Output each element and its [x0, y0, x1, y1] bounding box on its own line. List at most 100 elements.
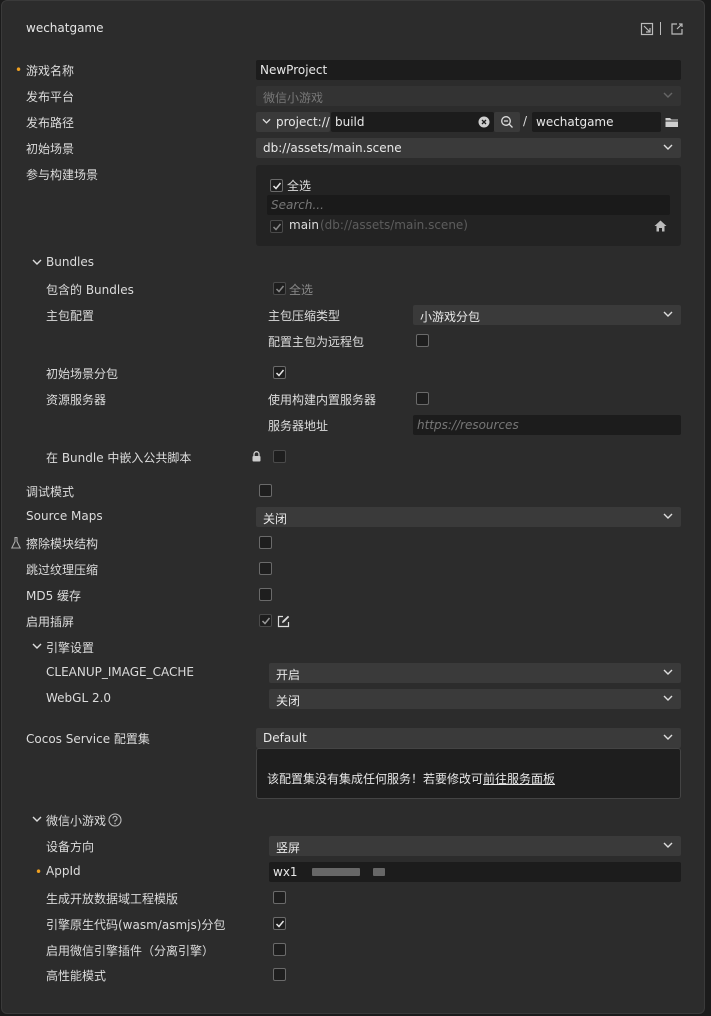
row-build-path: 发布路径 project:// build / wechatgame [2, 112, 704, 132]
erase-modules-label: 擦除模块结构 [26, 537, 99, 551]
chevron-down-icon [663, 669, 673, 675]
scene-main-path: (db://assets/main.scene) [320, 218, 468, 232]
scene-main-checkbox[interactable] [270, 220, 283, 233]
row-included-bundles: 包含的 Bundles 全选 [2, 279, 704, 299]
service-panel-link[interactable]: 前往服务面板 [483, 772, 555, 786]
high-perf-checkbox[interactable] [273, 968, 286, 981]
row-engine-section[interactable]: 引擎设置 [2, 637, 704, 657]
platform-select[interactable]: 微信小游戏 [256, 86, 681, 106]
embed-scripts-checkbox [273, 450, 286, 463]
skip-texture-checkbox[interactable] [259, 562, 272, 575]
row-webgl2: WebGL 2.0 关闭 [2, 689, 704, 709]
open-data-label: 生成开放数据域工程模版 [46, 892, 179, 906]
row-cocos-service: Cocos Service 配置集 Default [2, 728, 704, 748]
row-remote-main: 配置主包为远程包 [2, 331, 704, 351]
webgl2-select[interactable]: 关闭 [269, 689, 681, 709]
cleanup-cache-select[interactable]: 开启 [269, 663, 681, 683]
required-marker: • [15, 63, 23, 77]
webgl2-label: WebGL 2.0 [46, 691, 112, 705]
native-code-checkbox[interactable] [273, 917, 286, 930]
open-external-icon[interactable] [670, 22, 684, 36]
remote-main-checkbox[interactable] [416, 334, 429, 347]
row-main-package: 主包配置 主包压缩类型 小游戏分包 [2, 305, 704, 325]
service-message-text: 该配置集没有集成任何服务！若要修改可 [267, 772, 484, 786]
start-scene-select[interactable]: db://assets/main.scene [256, 138, 681, 158]
path-target-input[interactable]: wechatgame [532, 112, 661, 132]
row-source-maps: Source Maps 关闭 [2, 507, 704, 527]
check-icon [275, 285, 285, 293]
cocos-service-select[interactable]: Default [256, 728, 681, 748]
bundles-select-all-label: 全选 [289, 283, 314, 297]
row-bundles-section[interactable]: Bundles [2, 253, 704, 273]
platform-label: 发布平台 [26, 90, 75, 104]
clear-icon[interactable] [478, 116, 490, 128]
check-icon [261, 617, 271, 625]
folder-icon[interactable] [665, 117, 679, 128]
chevron-down-icon [32, 816, 42, 822]
chevron-down-icon [663, 144, 673, 150]
high-perf-label: 高性能模式 [46, 969, 107, 983]
panel-title: wechatgame [26, 21, 104, 35]
orientation-select[interactable]: 竖屏 [269, 836, 681, 856]
bundles-section-label: Bundles [46, 255, 95, 269]
debug-checkbox[interactable] [259, 484, 272, 497]
row-cleanup-cache: CLEANUP_IMAGE_CACHE 开启 [2, 663, 704, 683]
build-path-label: 发布路径 [26, 116, 75, 130]
row-embed-scripts: 在 Bundle 中嵌入公共脚本 [2, 447, 704, 467]
md5-checkbox[interactable] [259, 588, 272, 601]
erase-modules-checkbox[interactable] [259, 536, 272, 549]
chevron-down-icon [262, 118, 271, 124]
engine-plugin-label: 启用微信引擎插件（分离引擎） [46, 944, 215, 958]
compress-type-value: 小游戏分包 [420, 310, 481, 324]
cocos-service-label: Cocos Service 配置集 [26, 732, 150, 746]
path-search-button[interactable] [494, 112, 520, 132]
server-address-input[interactable]: https://resources [413, 415, 681, 435]
splash-checkbox[interactable] [259, 614, 272, 627]
start-scene-subpack-checkbox[interactable] [273, 366, 286, 379]
compress-type-select[interactable]: 小游戏分包 [413, 305, 681, 325]
source-maps-select[interactable]: 关闭 [256, 507, 681, 527]
header-separator [660, 22, 661, 35]
row-start-scene-subpack: 初始场景分包 [2, 363, 704, 383]
help-icon[interactable] [108, 813, 122, 827]
splash-label: 启用插屏 [26, 615, 75, 629]
scene-main-name: main [289, 218, 319, 232]
row-appid: • AppId wx1 [2, 862, 704, 882]
chevron-down-icon [663, 513, 673, 519]
cleanup-cache-value: 开启 [276, 668, 301, 682]
row-native-code: 引擎原生代码(wasm/asmjs)分包 [2, 914, 704, 934]
debug-label: 调试模式 [26, 485, 75, 499]
included-bundles-label: 包含的 Bundles [46, 283, 134, 297]
scenes-select-all-checkbox[interactable] [270, 179, 283, 192]
engine-plugin-checkbox[interactable] [273, 943, 286, 956]
row-splash: 启用插屏 [2, 611, 704, 631]
bundles-select-all-checkbox[interactable] [273, 282, 286, 295]
chevron-down-icon [663, 695, 673, 701]
open-data-checkbox[interactable] [273, 891, 286, 904]
export-icon[interactable] [640, 22, 654, 36]
path-protocol-select[interactable]: project:// [256, 112, 330, 132]
row-wechat-section[interactable]: 微信小游戏 [2, 810, 704, 830]
wechat-section-label: 微信小游戏 [46, 814, 107, 828]
redacted-mask [373, 868, 385, 876]
scene-search-input[interactable]: Search... [267, 195, 670, 215]
home-icon[interactable] [654, 220, 667, 232]
webgl2-value: 关闭 [276, 694, 301, 708]
orientation-label: 设备方向 [46, 840, 95, 854]
row-platform: 发布平台 微信小游戏 [2, 86, 704, 106]
row-open-data: 生成开放数据域工程模版 [2, 888, 704, 908]
chevron-down-icon [663, 734, 673, 740]
remote-main-label: 配置主包为远程包 [268, 335, 365, 349]
check-icon [272, 223, 282, 231]
service-message: 该配置集没有集成任何服务！若要修改可前往服务面板 [267, 770, 555, 787]
chevron-down-icon [32, 259, 42, 265]
skip-texture-label: 跳过纹理压缩 [26, 563, 99, 577]
game-name-input[interactable]: NewProject [256, 60, 681, 80]
panel-header: wechatgame [2, 1, 704, 56]
edit-icon[interactable] [277, 615, 290, 628]
server-address-label: 服务器地址 [268, 419, 329, 433]
path-folder-input[interactable]: build [331, 112, 494, 132]
row-game-name: • 游戏名称 NewProject [2, 60, 704, 80]
builtin-server-checkbox[interactable] [416, 392, 429, 405]
md5-label: MD5 缓存 [26, 589, 82, 603]
